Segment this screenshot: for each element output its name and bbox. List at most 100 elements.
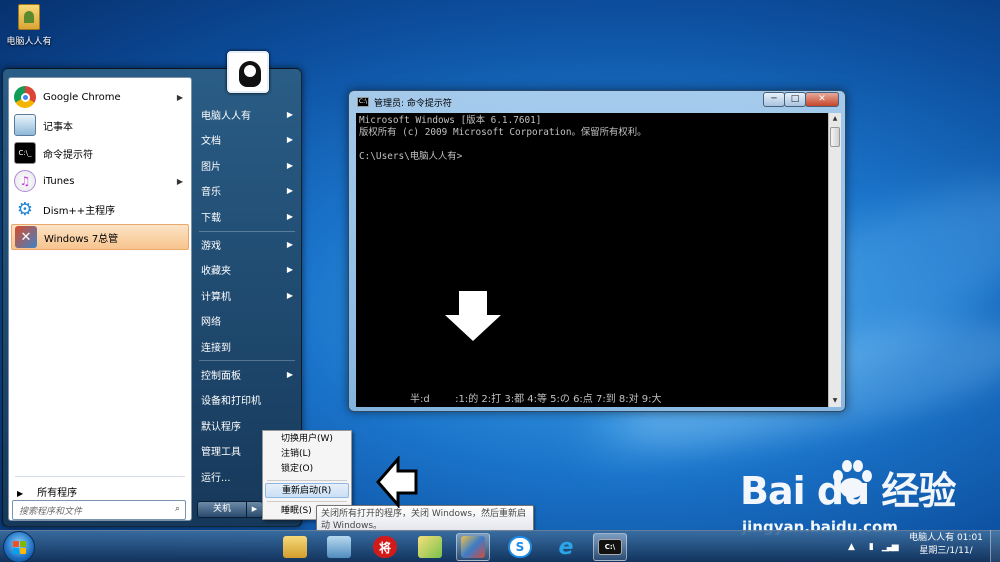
start-menu: Google Chrome ▶ 记事本 C:\_ 命令提示符 ♫ iTunes … <box>2 51 302 527</box>
link-music[interactable]: 音乐 ▶ <box>199 179 297 201</box>
program-notepad[interactable]: 记事本 <box>11 112 189 138</box>
tray-expand-icon[interactable]: ▲ <box>848 542 855 552</box>
all-programs-button[interactable]: ▶ 所有程序 <box>17 484 77 499</box>
chinese-chess-icon: 将 <box>373 536 397 558</box>
ie-icon: e <box>558 534 574 560</box>
program-windows7-manager[interactable]: ✕ Windows 7总管 <box>11 224 189 250</box>
user-avatar[interactable] <box>227 51 269 93</box>
user-folder-icon <box>18 4 40 30</box>
link-games[interactable]: 游戏 ▶ <box>199 233 297 255</box>
link-downloads[interactable]: 下载 ▶ <box>199 205 297 227</box>
clock-time: 电脑人人有 01:01 <box>909 533 983 543</box>
cmd-icon: C:\ <box>598 539 622 555</box>
divider <box>15 476 185 477</box>
divider <box>267 480 347 481</box>
minimize-button[interactable]: ─ <box>763 92 785 107</box>
link-computer[interactable]: 计算机 ▶ <box>199 284 297 306</box>
program-label: iTunes <box>43 175 75 187</box>
explorer-icon <box>283 536 307 558</box>
link-favorites[interactable]: 收藏夹 ▶ <box>199 258 297 280</box>
taskbar-app-explorer[interactable] <box>278 533 312 561</box>
system-tray: ▲ ▮ ▁▃▅ <box>848 536 903 558</box>
window-title-bar[interactable]: C:\ 管理员: 命令提示符 <box>357 95 452 109</box>
link-pictures[interactable]: 图片 ▶ <box>199 154 297 176</box>
menu-item-restart[interactable]: 重新启动(R) <box>265 483 349 498</box>
shutdown-options-button[interactable]: ▶ <box>247 501 263 518</box>
action-center-icon[interactable]: ▮ <box>869 542 874 552</box>
menu-item-lock[interactable]: 锁定(O) <box>265 462 349 477</box>
divider <box>199 231 295 232</box>
program-label: Windows 7总管 <box>44 233 119 245</box>
link-devices-printers[interactable]: 设备和打印机 <box>199 388 297 410</box>
menu-item-switch-user[interactable]: 切换用户(W) <box>265 432 349 447</box>
submenu-arrow-icon: ▶ <box>286 185 293 195</box>
taskbar-app-paint[interactable] <box>456 533 490 561</box>
paint-icon <box>461 536 485 558</box>
notepad-icon <box>14 114 36 136</box>
taskbar-app-ie[interactable]: e <box>549 533 583 561</box>
system-clock[interactable]: 电脑人人有 01:01 星期三/1/11/ <box>905 532 987 558</box>
console-line: Microsoft Windows [版本 6.1.7601] <box>359 115 542 126</box>
cmd-icon: C:\_ <box>14 142 36 164</box>
clock-date: 星期三/1/11/ <box>919 546 973 556</box>
search-icon: ⌕ <box>174 504 180 514</box>
link-network[interactable]: 网络 <box>199 309 297 331</box>
divider <box>199 360 295 361</box>
itunes-icon: ♫ <box>14 170 36 192</box>
expand-arrow-icon: ▶ <box>17 489 24 498</box>
scroll-up-icon[interactable]: ▲ <box>829 113 841 125</box>
submenu-arrow-icon: ▶ <box>286 109 293 119</box>
network-signal-icon[interactable]: ▁▃▅ <box>882 542 899 552</box>
shutdown-button[interactable]: 关机 <box>197 501 247 518</box>
submenu-arrow-icon: ▶ <box>286 290 293 300</box>
show-desktop-button[interactable] <box>990 530 1000 562</box>
taskbar-app-network[interactable] <box>322 533 356 561</box>
maximize-button[interactable]: □ <box>784 92 806 107</box>
ime-candidate-bar: 半:d :1:的 2:打 3:都 4:等 5:の 6:点 7:到 8:对 9:大 <box>410 394 662 405</box>
console-line: 版权所有 (c) 2009 Microsoft Corporation。保留所有… <box>359 127 647 138</box>
start-button[interactable] <box>3 531 35 562</box>
search-input[interactable]: 搜索程序和文件 ⌕ <box>12 500 186 520</box>
close-button[interactable]: ✕ <box>805 92 839 107</box>
start-menu-programs-pane: Google Chrome ▶ 记事本 C:\_ 命令提示符 ♫ iTunes … <box>8 77 192 521</box>
program-label: Dism++主程序 <box>43 205 116 217</box>
left-arrow-annotation-icon <box>376 456 418 508</box>
network-app-icon <box>327 536 351 558</box>
down-arrow-annotation-icon <box>445 291 501 341</box>
submenu-arrow-icon: ▶ <box>286 239 293 249</box>
program-cmd[interactable]: C:\_ 命令提示符 <box>11 140 189 166</box>
menu-item-log-off[interactable]: 注销(L) <box>265 447 349 462</box>
sogou-icon: S <box>508 536 532 558</box>
link-control-panel[interactable]: 控制面板 ▶ <box>199 363 297 385</box>
program-label: 记事本 <box>43 121 73 133</box>
cmd-window-icon: C:\ <box>357 97 369 107</box>
watermark-brand: Bai du 经验 <box>740 469 956 513</box>
search-placeholder: 搜索程序和文件 <box>19 507 83 517</box>
vertical-scrollbar[interactable]: ▲ ▼ <box>828 113 841 407</box>
program-google-chrome[interactable]: Google Chrome ▶ <box>11 84 189 110</box>
taskbar-app-folder[interactable] <box>413 533 447 561</box>
submenu-arrow-icon: ▶ <box>176 92 183 102</box>
submenu-arrow-icon: ▶ <box>286 264 293 274</box>
program-label: 命令提示符 <box>43 149 93 161</box>
taskbar-app-chess[interactable]: 将 <box>368 533 402 561</box>
console-output[interactable]: Microsoft Windows [版本 6.1.7601] 版权所有 (c) … <box>356 113 828 407</box>
program-label: Google Chrome <box>43 91 121 103</box>
folder-app-icon <box>418 536 442 558</box>
tools-icon: ✕ <box>15 226 37 248</box>
link-user-folder[interactable]: 电脑人人有 ▶ <box>199 103 297 125</box>
taskbar-app-cmd[interactable]: C:\ <box>593 533 627 561</box>
taskbar-app-sogou[interactable]: S <box>503 533 537 561</box>
scrollbar-thumb[interactable] <box>830 127 840 147</box>
program-dism[interactable]: ⚙ Dism++主程序 <box>11 196 189 222</box>
desktop-icon-user-folder[interactable]: 电脑人人有 <box>2 4 56 47</box>
submenu-arrow-icon: ▶ <box>286 369 293 379</box>
scroll-down-icon[interactable]: ▼ <box>829 395 841 407</box>
divider <box>267 501 347 502</box>
program-itunes[interactable]: ♫ iTunes ▶ <box>11 168 189 194</box>
link-connect-to[interactable]: 连接到 <box>199 335 297 357</box>
desktop-icon-label: 电脑人人有 <box>6 37 52 47</box>
submenu-arrow-icon: ▶ <box>286 211 293 221</box>
link-documents[interactable]: 文档 ▶ <box>199 128 297 150</box>
